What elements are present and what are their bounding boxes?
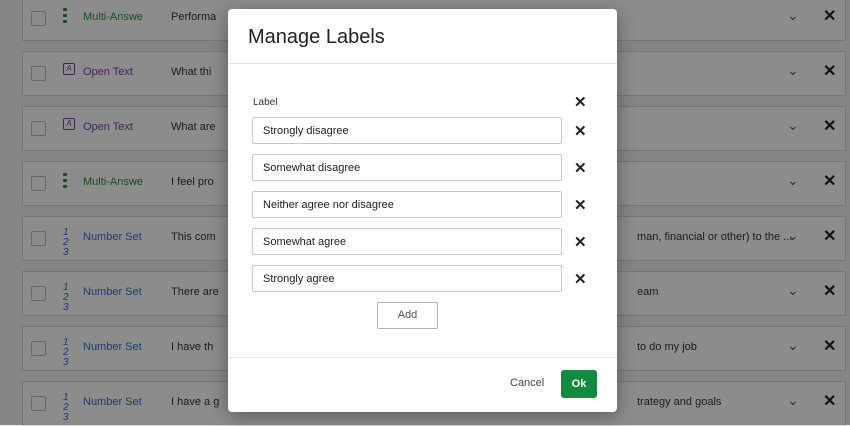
cancel-button[interactable]: Cancel: [510, 377, 544, 389]
label-input[interactable]: [252, 154, 562, 181]
label-input[interactable]: [252, 117, 562, 144]
modal-backdrop[interactable]: [0, 0, 210, 425]
label-input[interactable]: [252, 265, 562, 292]
remove-label-icon[interactable]: ✕: [574, 122, 587, 140]
remove-label-icon[interactable]: ✕: [574, 233, 587, 251]
modal-backdrop-right[interactable]: [640, 0, 850, 425]
dialog-title: Manage Labels: [248, 26, 385, 48]
remove-label-icon[interactable]: ✕: [574, 196, 587, 214]
add-button[interactable]: Add: [377, 302, 438, 329]
remove-label-icon[interactable]: ✕: [574, 159, 587, 177]
label-column-header: Label: [253, 97, 278, 108]
divider: [228, 357, 617, 358]
divider: [228, 63, 617, 64]
label-input[interactable]: [252, 228, 562, 255]
manage-labels-dialog: Manage Labels Label ✕ ✕ ✕ ✕ ✕ ✕ Add Canc…: [228, 9, 617, 412]
label-input[interactable]: [252, 191, 562, 218]
remove-all-icon[interactable]: ✕: [574, 93, 587, 111]
remove-label-icon[interactable]: ✕: [574, 270, 587, 288]
ok-button[interactable]: Ok: [561, 370, 597, 398]
